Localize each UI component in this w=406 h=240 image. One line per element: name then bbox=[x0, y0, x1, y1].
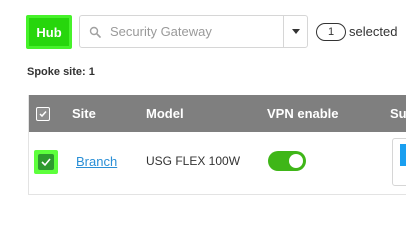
selected-label: selected bbox=[349, 24, 398, 39]
row-checkbox-highlight[interactable] bbox=[34, 150, 58, 174]
vpn-enable-toggle[interactable] bbox=[268, 151, 306, 171]
hub-button[interactable]: Hub bbox=[26, 15, 72, 49]
table-header: Site Model VPN enable Su bbox=[29, 95, 406, 132]
column-header-site[interactable]: Site bbox=[72, 95, 96, 132]
chevron-down-icon bbox=[291, 29, 300, 34]
spoke-site-count: Spoke site: 1 bbox=[27, 66, 95, 78]
search-icon bbox=[82, 26, 108, 38]
subnet-indicator bbox=[400, 144, 406, 166]
check-icon bbox=[41, 158, 51, 167]
column-header-subnet[interactable]: Su bbox=[390, 95, 406, 132]
selected-count-badge: 1 bbox=[316, 23, 346, 41]
spoke-site-table: Site Model VPN enable Su Branch USG FLEX… bbox=[28, 95, 406, 195]
select-all-checkbox[interactable] bbox=[36, 107, 50, 121]
column-header-vpn-enable[interactable]: VPN enable bbox=[267, 95, 339, 132]
dropdown-toggle[interactable] bbox=[283, 16, 307, 47]
check-icon bbox=[39, 111, 47, 118]
toggle-knob bbox=[289, 154, 303, 168]
security-gateway-value: Security Gateway bbox=[110, 24, 212, 39]
subnet-field[interactable] bbox=[392, 138, 406, 186]
security-gateway-select[interactable]: Security Gateway bbox=[79, 15, 308, 48]
column-header-model[interactable]: Model bbox=[146, 95, 184, 132]
table-row: Branch USG FLEX 100W bbox=[29, 132, 406, 194]
site-link-branch[interactable]: Branch bbox=[76, 154, 117, 169]
model-value: USG FLEX 100W bbox=[146, 154, 241, 168]
row-checkbox[interactable] bbox=[38, 154, 54, 170]
